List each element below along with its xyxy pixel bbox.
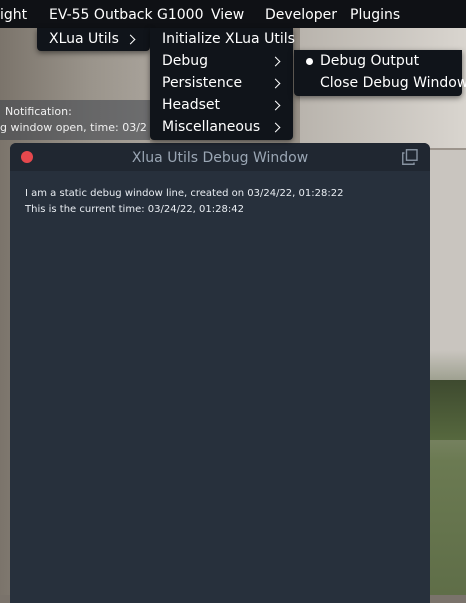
background-landscape: [430, 150, 466, 595]
debug-submenu: Debug Output Close Debug Window: [294, 50, 466, 96]
debug-line: I am a static debug window line, created…: [25, 188, 344, 199]
xlua-utils-menu: Initialize XLua Utils Debug Persistence …: [150, 28, 295, 140]
menu-view[interactable]: View: [211, 0, 244, 28]
chevron-right-icon: [270, 100, 281, 111]
menu-item-debug-output[interactable]: Debug Output: [320, 50, 419, 72]
chevron-right-icon: [270, 78, 281, 89]
menu-item-debug[interactable]: Debug: [162, 50, 208, 72]
menu-item-initialize[interactable]: Initialize XLua Utils: [162, 28, 295, 50]
chevron-right-icon: [125, 34, 136, 45]
menu-plugins[interactable]: Plugins: [350, 0, 400, 28]
popout-window-icon[interactable]: [402, 149, 418, 165]
chevron-right-icon: [270, 56, 281, 67]
debug-window-title: Xlua Utils Debug Window: [131, 150, 309, 166]
background-trees: [430, 380, 466, 440]
top-menu-bar: ight EV-55 Outback G1000 View Developer …: [0, 0, 466, 28]
menu-item-close-debug-window[interactable]: Close Debug Window: [320, 72, 466, 94]
menu-item-xlua-utils[interactable]: XLua Utils: [49, 28, 119, 50]
debug-window-titlebar[interactable]: Xlua Utils Debug Window: [10, 143, 430, 171]
notification-label: Notification:: [5, 105, 72, 118]
notification-text: g window open, time: 03/2: [0, 121, 147, 134]
plugins-menu: XLua Utils: [37, 28, 150, 51]
debug-line: This is the current time: 03/24/22, 01:2…: [25, 204, 244, 215]
debug-window: Xlua Utils Debug Window I am a static de…: [10, 143, 430, 603]
menu-aircraft[interactable]: EV-55 Outback G1000: [49, 0, 204, 28]
menu-flight[interactable]: ight: [0, 0, 27, 28]
menu-item-miscellaneous[interactable]: Miscellaneous: [162, 116, 260, 138]
notification-banner: Notification: g window open, time: 03/2: [0, 100, 150, 140]
menu-item-headset[interactable]: Headset: [162, 94, 220, 116]
bullet-icon: [306, 58, 313, 65]
menu-developer[interactable]: Developer: [265, 0, 337, 28]
chevron-right-icon: [270, 122, 281, 133]
menu-item-persistence[interactable]: Persistence: [162, 72, 242, 94]
